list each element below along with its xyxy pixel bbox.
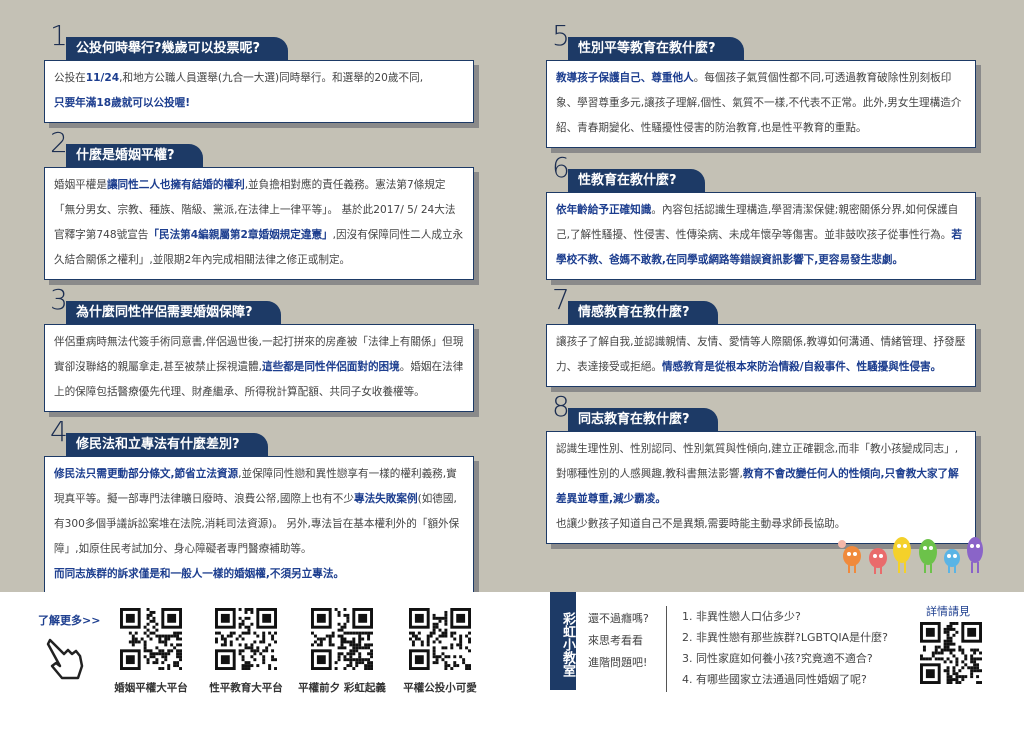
section-title: 同志教育在教什麼? bbox=[568, 408, 718, 431]
divider bbox=[666, 606, 667, 692]
section-header: 7 情感教育在教什麼? bbox=[546, 286, 976, 324]
qr-item-marriage[interactable]: 婚姻平權大平台 bbox=[106, 608, 196, 695]
qr-label: 平權前夕 彩虹起義 bbox=[298, 682, 386, 694]
section-1: 1 公投何時舉行?幾歲可以投票呢? 公投在11/24,和地方公職人員選舉(九合一… bbox=[44, 22, 474, 123]
section-4: 4 修民法和立專法有什麼差別? 修民法只需更動部分條文,節省立法資源,並保障同性… bbox=[44, 418, 474, 594]
section-body: 依年齡給予正確知識。內容包括認識生理構造,學習清潔保健;親密關係分界,如何保護自… bbox=[546, 192, 976, 280]
qr-code-icon[interactable] bbox=[311, 608, 373, 670]
section-7: 7 情感教育在教什麼? 讓孩子了解自我,並認識親情、友情、愛情等人際關係,教導如… bbox=[546, 286, 976, 387]
body-highlight: 而同志族群的訴求僅是和一般人一樣的婚姻權,不須另立專法。 bbox=[54, 568, 345, 580]
body-highlight: 情感教育是從根本來防治情殺/自殺事件、性騷擾與性侵害。 bbox=[661, 361, 942, 373]
section-header: 3 為什麼同性伴侶需要婚姻保障? bbox=[44, 286, 474, 324]
section-body: 公投在11/24,和地方公職人員選舉(九合一大選)同時舉行。和選舉的20歲不同,… bbox=[44, 60, 474, 123]
mascot-orange bbox=[838, 540, 861, 573]
section-body: 伴侶重病時無法代簽手術同意書,伴侶過世後,一起打拼來的房產被「法律上有關係」但現… bbox=[44, 324, 474, 412]
body-highlight: 教導孩子保護自己、尊重他人 bbox=[556, 72, 694, 84]
body-text: ,和地方公職人員選舉(九合一大選)同時舉行。和選舉的20歲不同, bbox=[119, 72, 424, 84]
qr-item-gender-education[interactable]: 性平教育大平台 bbox=[201, 608, 291, 695]
qr-item-rainbow[interactable]: 平權前夕 彩虹起義 bbox=[297, 608, 387, 695]
section-3: 3 為什麼同性伴侶需要婚姻保障? 伴侶重病時無法代簽手術同意書,伴侶過世後,一起… bbox=[44, 286, 474, 412]
question-item: 2. 非異性戀有那些族群?LGBTQIA是什麼? bbox=[682, 631, 889, 644]
section-title: 情感教育在教什麼? bbox=[568, 301, 718, 324]
mascot-yellow bbox=[893, 537, 911, 573]
body-highlight: 11/24 bbox=[85, 72, 120, 84]
section-title: 性教育在教什麼? bbox=[568, 169, 705, 192]
body-highlight: 修民法只需更動部分條文,節省立法資源 bbox=[54, 468, 239, 480]
section-header: 1 公投何時舉行?幾歲可以投票呢? bbox=[44, 22, 474, 60]
footer-strip: 了解更多>> 婚姻平權大平台 性平教育大平台 平權前夕 彩虹起義 平權公投小可愛… bbox=[0, 592, 1024, 730]
body-highlight: 依年齡給予正確知識 bbox=[556, 204, 652, 216]
pointing-hand-icon bbox=[46, 638, 84, 680]
qr-label: 性平教育大平台 bbox=[209, 682, 283, 694]
qr-code-icon[interactable] bbox=[920, 622, 982, 684]
mascot-purple bbox=[967, 537, 983, 573]
mascot-pink bbox=[869, 548, 887, 574]
mascot-group-icon bbox=[838, 537, 983, 574]
prompt-line: 還不過癮嗎? bbox=[588, 612, 649, 625]
qr-code-icon[interactable] bbox=[409, 608, 471, 670]
section-5: 5 性別平等教育在教什麼? 教導孩子保護自己、尊重他人。每個孩子氣質個性都不同,… bbox=[546, 22, 976, 148]
body-text: 婚姻平權是 bbox=[54, 179, 107, 191]
advanced-questions: 1. 非異性戀人口佔多少? 2. 非異性戀有那些族群?LGBTQIA是什麼? 3… bbox=[682, 606, 888, 690]
section-6: 6 性教育在教什麼? 依年齡給予正確知識。內容包括認識生理構造,學習清潔保健;親… bbox=[546, 154, 976, 280]
body-highlight: 專法失敗案例 bbox=[354, 493, 418, 505]
body-highlight: 這些都是同性伴侶面對的困境 bbox=[262, 361, 400, 373]
section-header: 5 性別平等教育在教什麼? bbox=[546, 22, 976, 60]
section-title: 為什麼同性伴侶需要婚姻保障? bbox=[66, 301, 281, 324]
section-2: 2 什麼是婚姻平權? 婚姻平權是讓同性二人也擁有結婚的權利,並負擔相對應的責任義… bbox=[44, 129, 474, 280]
section-body: 認識生理性別、性別認同、性別氣質與性傾向,建立正確觀念,而非「教小孩變成同志」,… bbox=[546, 431, 976, 544]
section-title: 修民法和立專法有什麼差別? bbox=[66, 433, 268, 456]
body-text: 也讓少數孩子知道自己不是異類,需要時能主動尋求師長協助。 bbox=[556, 518, 846, 530]
qr-item-referendum[interactable]: 平權公投小可愛 bbox=[395, 608, 485, 695]
section-title: 性別平等教育在教什麼? bbox=[568, 37, 744, 60]
section-header: 6 性教育在教什麼? bbox=[546, 154, 976, 192]
qr-code-icon[interactable] bbox=[120, 608, 182, 670]
mascot-green bbox=[919, 539, 937, 573]
prompt-line: 進階問題吧! bbox=[588, 656, 648, 669]
body-highlight: 讓同性二人也擁有結婚的權利 bbox=[106, 179, 245, 191]
question-item: 4. 有哪些國家立法通過同性婚姻了呢? bbox=[682, 673, 867, 686]
prompt-line: 來思考看看 bbox=[588, 634, 643, 647]
section-body: 教導孩子保護自己、尊重他人。每個孩子氣質個性都不同,可透過教育破除性別刻板印象、… bbox=[546, 60, 976, 148]
section-8: 8 同志教育在教什麼? 認識生理性別、性別認同、性別氣質與性傾向,建立正確觀念,… bbox=[546, 393, 976, 544]
qr-label: 平權公投小可愛 bbox=[403, 682, 477, 694]
right-column: 5 性別平等教育在教什麼? 教導孩子保護自己、尊重他人。每個孩子氣質個性都不同,… bbox=[546, 22, 976, 558]
section-body: 讓孩子了解自我,並認識親情、友情、愛情等人際關係,教導如何溝通、情緒管理、抒發壓… bbox=[546, 324, 976, 387]
learn-more-label: 了解更多>> bbox=[38, 614, 101, 627]
body-highlight: 「民法第4編親屬第2章婚姻規定違憲」 bbox=[148, 229, 333, 241]
question-item: 3. 同性家庭如何養小孩?究竟適不適合? bbox=[682, 652, 873, 665]
section-body: 婚姻平權是讓同性二人也擁有結婚的權利,並負擔相對應的責任義務。憲法第7條規定「無… bbox=[44, 167, 474, 280]
rainbow-classroom-badge: 彩虹小教室 bbox=[550, 592, 576, 690]
body-text: 公投在 bbox=[54, 72, 86, 84]
section-title: 什麼是婚姻平權? bbox=[66, 144, 203, 167]
section-header: 2 什麼是婚姻平權? bbox=[44, 129, 474, 167]
details-label: 詳情請見 bbox=[926, 605, 970, 618]
mascot-blue bbox=[944, 549, 960, 573]
section-body: 修民法只需更動部分條文,節省立法資源,並保障同性戀和異性戀享有一樣的權利義務,實… bbox=[44, 456, 474, 594]
question-item: 1. 非異性戀人口佔多少? bbox=[682, 610, 801, 623]
qr-code-icon[interactable] bbox=[215, 608, 277, 670]
body-highlight: 只要年滿18歲就可以公投喔! bbox=[54, 97, 191, 109]
qr-label: 婚姻平權大平台 bbox=[114, 682, 188, 694]
section-title: 公投何時舉行?幾歲可以投票呢? bbox=[66, 37, 289, 60]
section-header: 8 同志教育在教什麼? bbox=[546, 393, 976, 431]
think-prompt: 還不過癮嗎? 來思考看看 進階問題吧! bbox=[588, 608, 649, 674]
section-header: 4 修民法和立專法有什麼差別? bbox=[44, 418, 474, 456]
left-column: 1 公投何時舉行?幾歲可以投票呢? 公投在11/24,和地方公職人員選舉(九合一… bbox=[44, 22, 474, 608]
